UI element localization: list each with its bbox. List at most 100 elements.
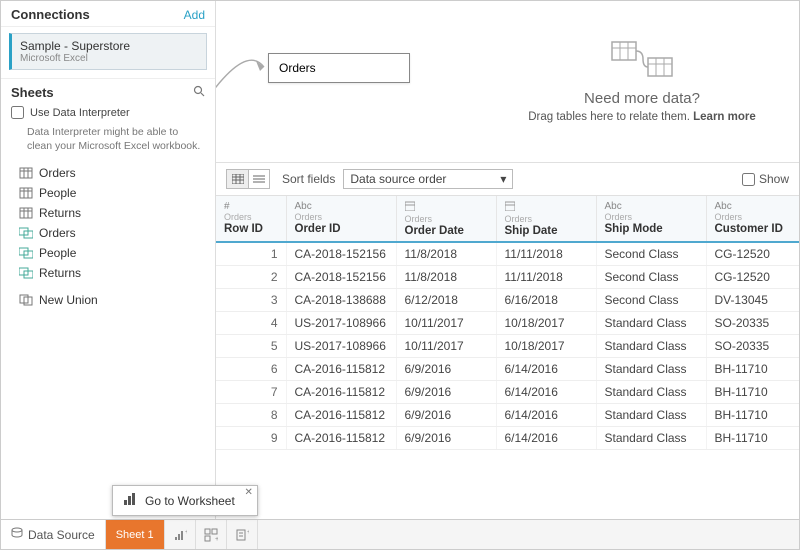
cell-ship-date: 6/14/2016	[496, 427, 596, 450]
cell-row-id: 4	[216, 312, 286, 335]
left-sidebar: Connections Add Sample - Superstore Micr…	[1, 1, 216, 519]
sort-value: Data source order	[350, 172, 446, 186]
sheet-item-orders-0[interactable]: Orders	[1, 163, 215, 183]
cell-row-id: 1	[216, 242, 286, 266]
chevron-down-icon: ▾	[500, 172, 506, 186]
column-name: Row ID	[224, 223, 278, 235]
cell-order-date: 6/9/2016	[396, 404, 496, 427]
sort-fields-dropdown[interactable]: Data source order ▾	[343, 169, 513, 189]
relate-tables-icon	[609, 39, 675, 84]
sheet-item-people-1[interactable]: People	[1, 183, 215, 203]
connections-title: Connections	[11, 7, 90, 22]
new-worksheet-button[interactable]: +	[165, 520, 196, 549]
cell-customer-id: SO-20335	[706, 312, 799, 335]
svg-text:+: +	[215, 536, 218, 542]
cell-order-id: CA-2016-115812	[286, 358, 396, 381]
column-header-order-id[interactable]: AbcOrdersOrder ID	[286, 196, 396, 242]
new-story-button[interactable]: +	[227, 520, 258, 549]
need-more-title: Need more data?	[507, 90, 777, 107]
use-data-interpreter-checkbox[interactable]: Use Data Interpreter	[11, 106, 205, 119]
sheet-item-returns-2[interactable]: Returns	[1, 203, 215, 223]
interpreter-label: Use Data Interpreter	[30, 107, 130, 119]
cell-order-date: 6/9/2016	[396, 358, 496, 381]
table-pill-label: Orders	[279, 61, 316, 75]
cell-ship-mode: Standard Class	[596, 335, 706, 358]
table-row[interactable]: 8CA-2016-1158126/9/20166/14/2016Standard…	[216, 404, 799, 427]
cell-order-id: CA-2018-138688	[286, 289, 396, 312]
show-aliases-checkbox[interactable]: Show	[742, 172, 789, 186]
canvas-area: Orders Need more data? Drag tables here …	[216, 1, 799, 519]
learn-more-link[interactable]: Learn more	[693, 111, 756, 123]
column-header-row-id[interactable]: #OrdersRow ID	[216, 196, 286, 242]
column-header-ship-date[interactable]: OrdersShip Date	[496, 196, 596, 242]
cell-ship-date: 6/14/2016	[496, 404, 596, 427]
cell-order-id: US-2017-108966	[286, 312, 396, 335]
cell-customer-id: BH-11710	[706, 404, 799, 427]
column-name: Order Date	[405, 225, 488, 237]
bar-chart-icon	[123, 492, 137, 509]
column-source: Orders	[505, 214, 588, 224]
tab-sheet1[interactable]: Sheet 1	[106, 520, 165, 549]
tooltip-text: Go to Worksheet	[145, 494, 235, 508]
relationship-canvas[interactable]: Orders Need more data? Drag tables here …	[216, 1, 799, 163]
sheet-item-label: Orders	[39, 166, 76, 180]
sheet-item-people-4[interactable]: People	[1, 243, 215, 263]
new-union-button[interactable]: New Union	[1, 285, 215, 310]
sort-fields-label: Sort fields	[282, 172, 335, 186]
table-row[interactable]: 3CA-2018-1386886/12/20186/16/2018Second …	[216, 289, 799, 312]
column-source: Orders	[224, 212, 278, 222]
cell-ship-date: 10/18/2017	[496, 312, 596, 335]
sheet-item-label: People	[39, 246, 76, 260]
interpreter-description: Data Interpreter might be able to clean …	[1, 125, 215, 161]
cell-row-id: 9	[216, 427, 286, 450]
list-view-button[interactable]	[248, 169, 270, 189]
sheet-item-label: Returns	[39, 206, 81, 220]
cell-order-date: 10/11/2017	[396, 312, 496, 335]
table-row[interactable]: 1CA-2018-15215611/8/201811/11/2018Second…	[216, 242, 799, 266]
show-checkbox-input[interactable]	[742, 173, 755, 186]
new-union-label: New Union	[39, 293, 98, 307]
sheet-item-label: Returns	[39, 266, 81, 280]
sheet-item-orders-3[interactable]: Orders	[1, 223, 215, 243]
table-row[interactable]: 5US-2017-10896610/11/201710/18/2017Stand…	[216, 335, 799, 358]
search-icon[interactable]	[193, 85, 205, 100]
grid-view-button[interactable]	[226, 169, 248, 189]
cell-ship-mode: Second Class	[596, 266, 706, 289]
column-source: Orders	[405, 214, 488, 224]
cell-order-date: 11/8/2018	[396, 242, 496, 266]
table-pill-orders[interactable]: Orders	[268, 53, 410, 83]
cell-customer-id: CG-12520	[706, 242, 799, 266]
column-header-customer-id[interactable]: AbcOrdersCustomer ID	[706, 196, 799, 242]
table-row[interactable]: 6CA-2016-1158126/9/20166/14/2016Standard…	[216, 358, 799, 381]
table-row[interactable]: 7CA-2016-1158126/9/20166/14/2016Standard…	[216, 381, 799, 404]
sheet-item-returns-5[interactable]: Returns	[1, 263, 215, 283]
tab-data-source[interactable]: Data Source	[1, 520, 106, 549]
new-dashboard-button[interactable]: +	[196, 520, 227, 549]
data-source-icon	[11, 527, 23, 542]
tab-sheet1-label: Sheet 1	[116, 529, 154, 541]
add-connection-button[interactable]: Add	[184, 8, 205, 22]
table-row[interactable]: 4US-2017-10896610/11/201710/18/2017Stand…	[216, 312, 799, 335]
column-header-ship-mode[interactable]: AbcOrdersShip Mode	[596, 196, 706, 242]
data-grid[interactable]: #OrdersRow IDAbcOrdersOrder IDOrdersOrde…	[216, 196, 799, 519]
need-more-data-hint: Need more data? Drag tables here to rela…	[507, 39, 777, 123]
cell-ship-mode: Standard Class	[596, 381, 706, 404]
column-header-order-date[interactable]: OrdersOrder Date	[396, 196, 496, 242]
cell-row-id: 2	[216, 266, 286, 289]
cell-customer-id: SO-20335	[706, 335, 799, 358]
table-row[interactable]: 2CA-2018-15215611/8/201811/11/2018Second…	[216, 266, 799, 289]
cell-ship-mode: Second Class	[596, 242, 706, 266]
sheets-title: Sheets	[11, 85, 54, 100]
datatype-icon: Abc	[605, 201, 698, 212]
cell-ship-mode: Standard Class	[596, 427, 706, 450]
interpreter-checkbox-input[interactable]	[11, 106, 24, 119]
cell-order-id: CA-2018-152156	[286, 242, 396, 266]
connection-item[interactable]: Sample - Superstore Microsoft Excel	[9, 33, 207, 70]
datatype-icon: Abc	[295, 201, 388, 212]
cell-ship-date: 11/11/2018	[496, 242, 596, 266]
svg-text:+: +	[247, 529, 249, 536]
close-icon[interactable]: ✕	[244, 487, 252, 498]
cell-ship-date: 6/14/2016	[496, 381, 596, 404]
table-row[interactable]: 9CA-2016-1158126/9/20166/14/2016Standard…	[216, 427, 799, 450]
cell-row-id: 6	[216, 358, 286, 381]
